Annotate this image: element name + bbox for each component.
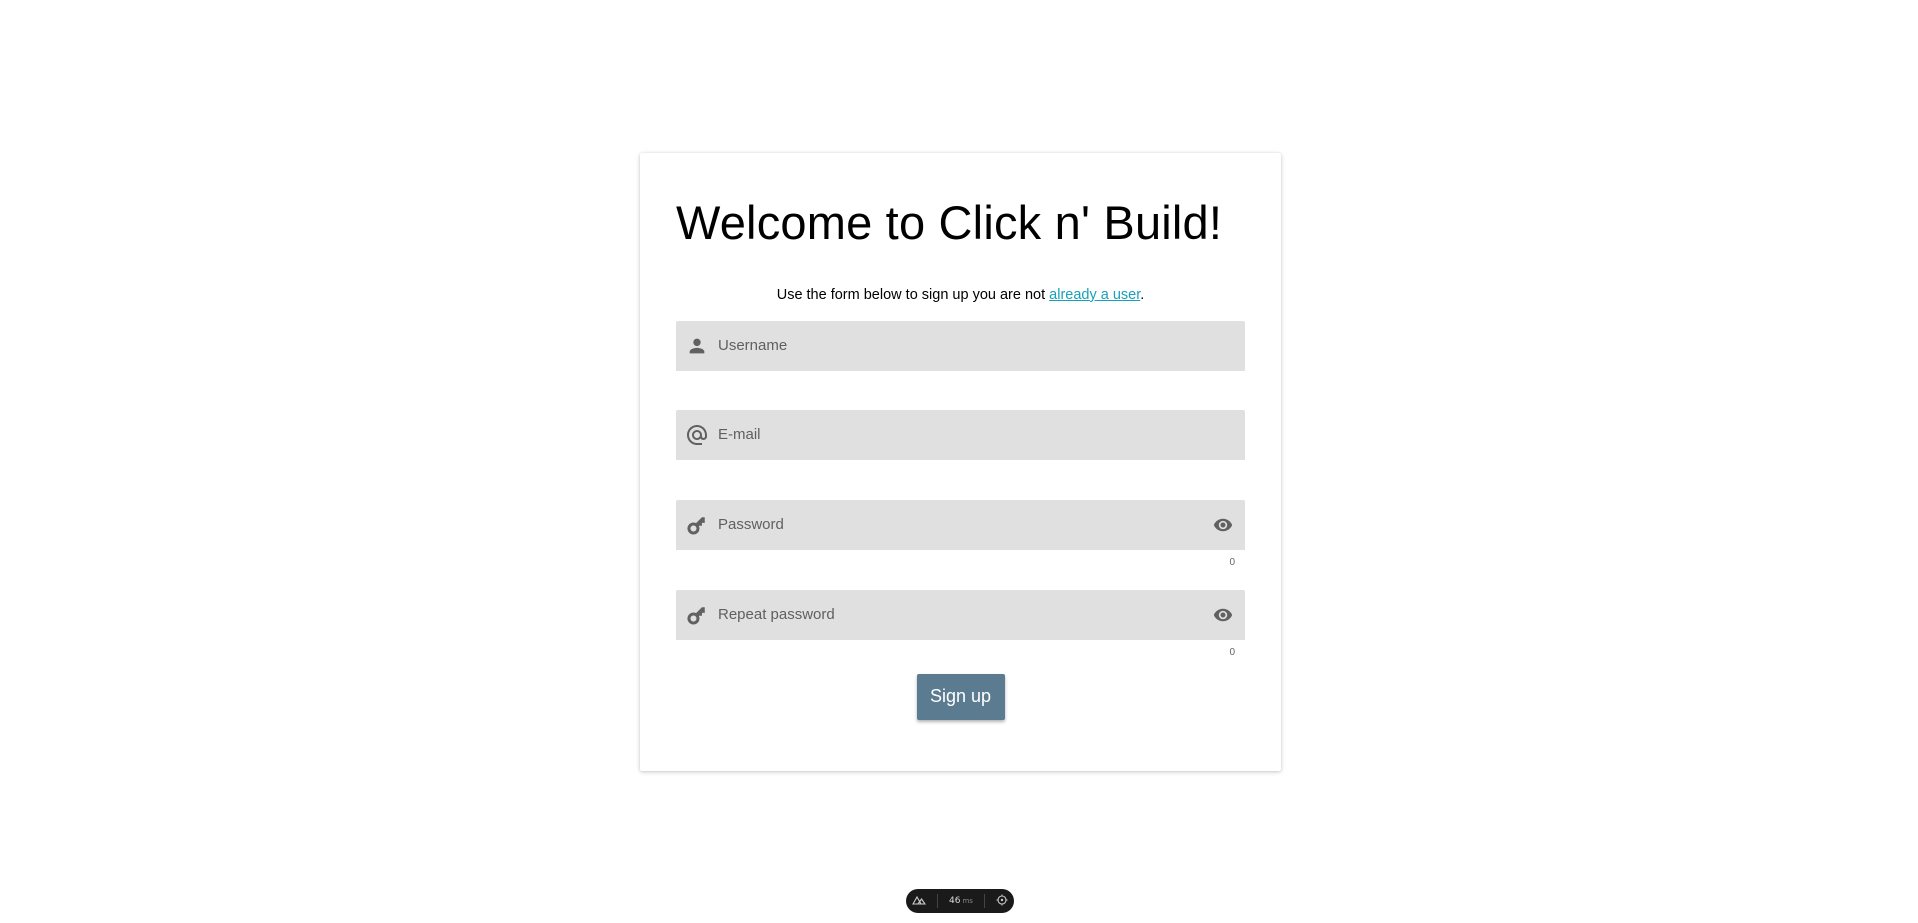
inspect-target-icon[interactable] [996, 894, 1008, 909]
password-counter: 0 [1229, 556, 1235, 568]
email-field [676, 409, 1245, 460]
sign-up-button[interactable]: Sign up [916, 673, 1005, 720]
login-link[interactable]: already a user [1049, 287, 1140, 303]
person-icon [676, 321, 718, 371]
at-icon [676, 410, 718, 460]
submit-wrap: Sign up [676, 673, 1245, 720]
devtools-bar: 46 ms [906, 889, 1014, 913]
password-input[interactable] [718, 499, 1201, 550]
repeat-password-counter: 0 [1229, 646, 1235, 658]
page-title: Welcome to Click n' Build! [676, 196, 1223, 249]
render-time-value: 46 [949, 896, 961, 906]
subtitle-period: . [1140, 286, 1145, 303]
eye-icon[interactable] [1201, 590, 1245, 640]
render-time-unit: ms [962, 897, 973, 905]
key-icon [676, 500, 718, 550]
username-input[interactable] [718, 320, 1245, 371]
signup-subtitle: Use the form below to sign up you are no… [676, 287, 1245, 307]
nuxt-logo-icon[interactable] [912, 895, 927, 908]
repeat-password-input[interactable] [718, 589, 1201, 640]
signup-card: Welcome to Click n' Build! Use the form … [640, 153, 1281, 771]
subtitle-text: Use the form below to sign up you are no… [776, 286, 1050, 303]
repeat-password-field [676, 589, 1245, 640]
username-field [676, 320, 1245, 371]
render-time[interactable]: 46 ms [949, 896, 973, 906]
devbar-divider [983, 894, 985, 908]
devbar-divider [937, 894, 939, 908]
email-input[interactable] [718, 409, 1245, 460]
key-icon [676, 590, 718, 640]
eye-icon[interactable] [1201, 500, 1245, 550]
password-field [676, 499, 1245, 550]
